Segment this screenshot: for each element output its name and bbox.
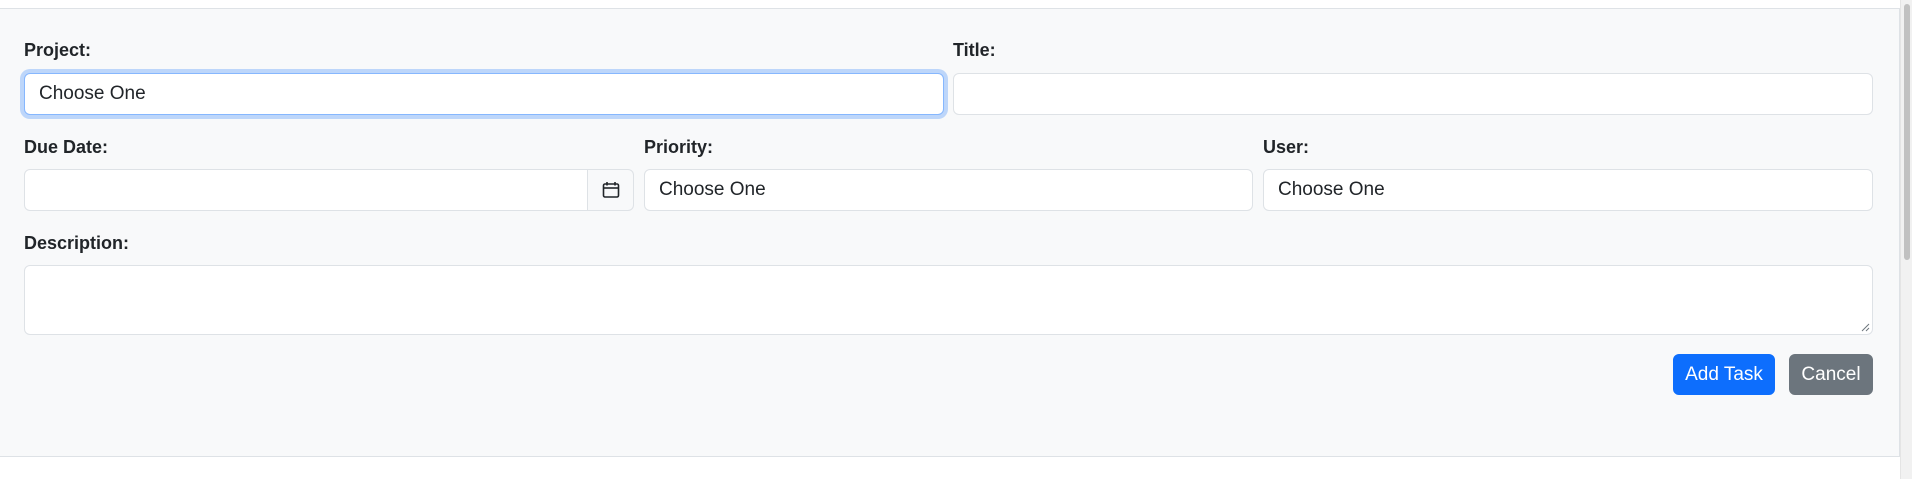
cancel-button[interactable]: Cancel bbox=[1789, 354, 1873, 395]
calendar-button[interactable] bbox=[588, 169, 634, 211]
priority-label: Priority: bbox=[644, 137, 714, 157]
project-select[interactable]: Choose One bbox=[24, 73, 944, 115]
scrollbar-thumb[interactable] bbox=[1904, 4, 1910, 260]
title-label: Title: bbox=[953, 40, 996, 60]
due-date-group bbox=[24, 169, 634, 211]
description-textarea[interactable] bbox=[24, 265, 1873, 335]
user-select[interactable]: Choose One bbox=[1263, 169, 1873, 211]
due-date-label: Due Date: bbox=[24, 137, 109, 157]
calendar-icon bbox=[602, 182, 619, 198]
vertical-scrollbar[interactable] bbox=[1900, 0, 1912, 479]
due-date-input[interactable] bbox=[24, 169, 588, 211]
user-label: User: bbox=[1263, 137, 1310, 157]
title-input[interactable] bbox=[953, 73, 1873, 115]
priority-select[interactable]: Choose One bbox=[644, 169, 1253, 211]
resize-handle-icon[interactable] bbox=[1860, 322, 1870, 332]
add-task-button[interactable]: Add Task bbox=[1673, 354, 1775, 395]
add-task-form: Project: Choose One Title: Due Date: Pri… bbox=[0, 8, 1900, 457]
description-label: Description: bbox=[24, 233, 130, 253]
project-label: Project: bbox=[24, 40, 92, 60]
